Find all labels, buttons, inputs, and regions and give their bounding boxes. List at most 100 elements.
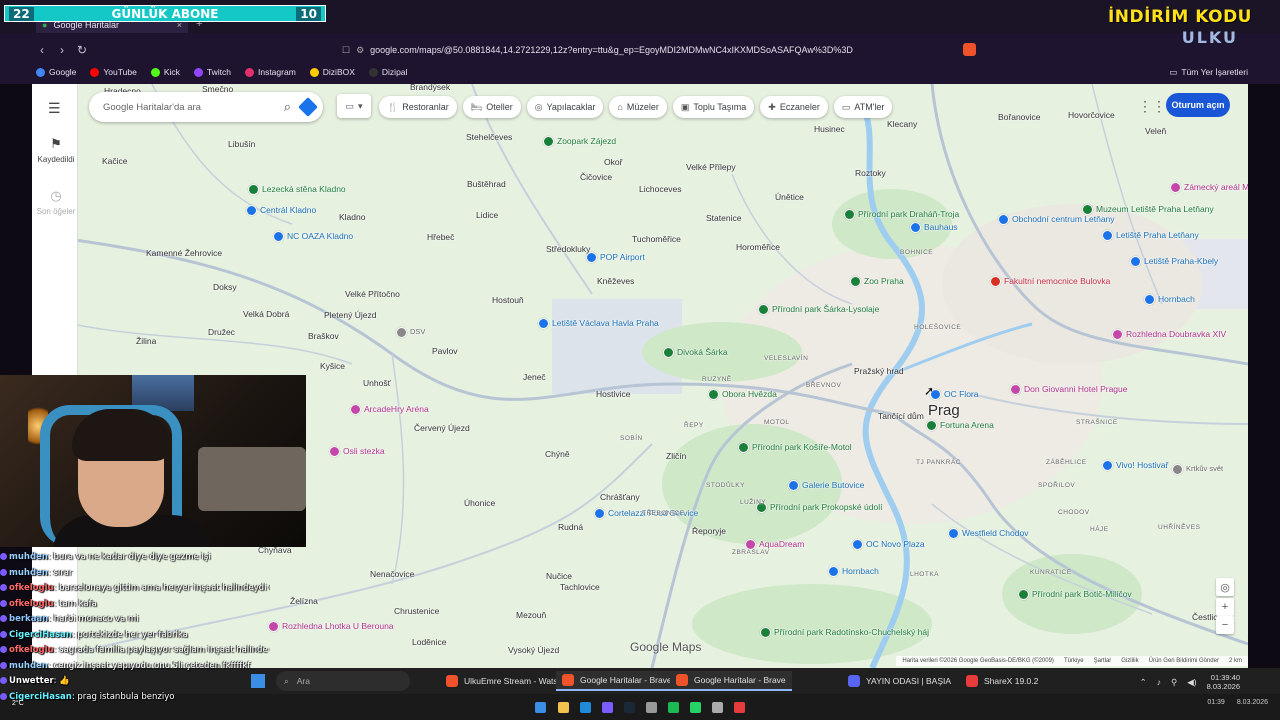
poi-pin-icon[interactable] [1010,384,1021,395]
poi-pin-icon[interactable] [852,539,863,550]
poi-label[interactable]: Fakultní nemocnice Bulovka [1004,276,1110,286]
poi-label[interactable]: Přírodní park Radotínsko-Chuchelský háj [774,627,929,637]
bookmark-twitch[interactable]: Twitch [193,67,231,77]
taskbar-window-button[interactable]: UlkuEmre Stream - Wats [440,671,564,691]
place-label[interactable]: Roztoky [855,168,886,178]
chip-eczaneler[interactable]: ✚ Eczaneler [760,96,828,118]
sharex-icon[interactable] [734,702,745,713]
poi-pin-icon[interactable] [1172,464,1183,475]
poi-label[interactable]: POP Airport [600,252,645,262]
poi-label[interactable]: Galerie Butovice [802,480,864,490]
explorer-icon[interactable] [558,702,569,713]
place-label[interactable]: Pletený Újezd [324,310,376,320]
place-label[interactable]: Velké Přítočno [345,289,400,299]
poi-label[interactable]: Letiště Praha Letňany [1116,230,1199,240]
poi-pin-icon[interactable] [844,209,855,220]
url-text[interactable]: google.com/maps/@50.0881844,14.2721229,1… [370,45,853,55]
poi-pin-icon[interactable] [788,480,799,491]
place-label[interactable]: Tuchoměřice [632,234,681,244]
place-label[interactable]: Hostivice [596,389,630,399]
place-label[interactable]: Doksy [213,282,237,292]
place-label[interactable]: Jeneč [523,372,546,382]
poi-pin-icon[interactable] [594,508,605,519]
search-input[interactable]: Google Haritalar'da ara [103,102,284,113]
place-label[interactable]: Braškov [308,331,339,341]
poi-label[interactable]: Centrál Kladno [260,205,316,215]
poi-pin-icon[interactable] [396,327,407,338]
keyboard-layers-button[interactable]: ▭ ▾ [337,94,371,118]
poi-pin-icon[interactable] [246,205,257,216]
place-label[interactable]: Okoř [604,157,622,167]
poi-pin-icon[interactable] [990,276,1001,287]
place-label[interactable]: Lidice [476,210,498,220]
chevron-up-icon[interactable]: ⌃ [1140,677,1147,688]
steam-icon[interactable] [624,702,635,713]
brave-shield-icon[interactable] [963,43,976,56]
place-label[interactable]: Brandýsek [410,84,450,92]
poi-label[interactable]: Rozhledna Doubravka XIV [1126,329,1226,339]
place-label[interactable]: Klecany [887,119,917,129]
place-label[interactable]: Zličín [666,451,686,461]
place-label[interactable]: Unhošť [363,378,391,388]
poi-pin-icon[interactable] [760,627,771,638]
place-label[interactable]: Kyšice [320,361,345,371]
poi-label[interactable]: Letiště Václava Havla Praha [552,318,659,328]
site-settings-icon[interactable]: ⚙ [356,45,364,56]
poi-pin-icon[interactable] [538,318,549,329]
poi-pin-icon[interactable] [248,184,259,195]
poi-label[interactable]: Osli stezka [343,446,385,456]
taskbar-window-button[interactable]: YAYIN ODASI | BAŞIA [842,671,957,691]
poi-label[interactable]: Lezecká stěna Kladno [262,184,346,194]
place-label[interactable]: Lichoceves [639,184,682,194]
place-label[interactable]: Chýně [545,449,570,459]
poi-label[interactable]: Westfield Chodov [962,528,1028,538]
poi-label[interactable]: Krtkův svět [1186,464,1223,473]
poi-label[interactable]: Letiště Praha-Kbely [1144,256,1218,266]
taskbar-clock[interactable]: 01:39:40 8.03.2026 [1207,673,1240,691]
place-label[interactable]: Chrustenice [394,606,439,616]
place-label[interactable]: Tachlovice [560,582,600,592]
place-label[interactable]: Hřebeč [427,232,454,242]
chip-toplu-taşıma[interactable]: ▣ Toplu Taşıma [672,96,755,118]
poi-pin-icon[interactable] [1112,329,1123,340]
place-label[interactable]: Žilina [136,336,156,346]
place-label[interactable]: Únětice [775,192,804,202]
place-label[interactable]: Želízna [290,596,318,606]
taskbar-search[interactable]: ⌕ Ara [276,671,410,691]
app-icon[interactable] [646,702,657,713]
place-label[interactable]: Buštěhrad [467,179,506,189]
whatsapp-icon[interactable] [690,702,701,713]
poi-label[interactable]: Přírodní park Draháň-Troja [858,209,959,219]
place-label[interactable]: Statenice [706,213,741,223]
poi-label[interactable]: OC Flora [944,389,978,399]
attribution-item[interactable]: 2 km [1229,658,1242,664]
poi-label[interactable]: Zoo Praha [864,276,904,286]
windows-icon[interactable] [535,702,546,713]
place-label[interactable]: Úhonice [464,498,495,508]
poi-label[interactable]: Zoopark Zájezd [557,136,616,146]
taskbar-window-button[interactable]: Google Haritalar - Brave [670,671,792,691]
place-label[interactable]: Loděnice [412,637,447,647]
place-label[interactable]: Hostouň [492,295,524,305]
place-label[interactable]: Horoměřice [736,242,780,252]
poi-label[interactable]: DSV [410,327,425,336]
poi-label[interactable]: Přírodní park Botič-Milíčov [1032,589,1132,599]
reload-icon[interactable]: ↻ [72,43,92,57]
poi-pin-icon[interactable] [1018,589,1029,600]
poi-pin-icon[interactable] [758,304,769,315]
chip-oteller[interactable]: 🛏 Oteller [462,96,521,118]
poi-pin-icon[interactable] [663,347,674,358]
place-label[interactable]: Družec [208,327,235,337]
place-label[interactable]: Chrášťany [600,492,640,502]
place-label[interactable]: Vysoký Újezd [508,645,559,655]
place-label[interactable]: Kačice [102,156,128,166]
poi-label[interactable]: Přírodní park Šárka-Lysolaje [772,304,879,314]
poi-label[interactable]: Vivo! Hostivař [1116,460,1168,470]
poi-label[interactable]: Muzeum Letiště Praha Letňany [1096,204,1214,214]
taskbar-window-button[interactable]: Google Haritalar - Brave [556,671,678,691]
poi-pin-icon[interactable] [1082,204,1093,215]
attribution-item[interactable]: Şartlar [1094,658,1112,664]
poi-pin-icon[interactable] [586,252,597,263]
poi-label[interactable]: ArcadeHry Aréna [364,404,429,414]
poi-label[interactable]: AquaDream [759,539,804,549]
